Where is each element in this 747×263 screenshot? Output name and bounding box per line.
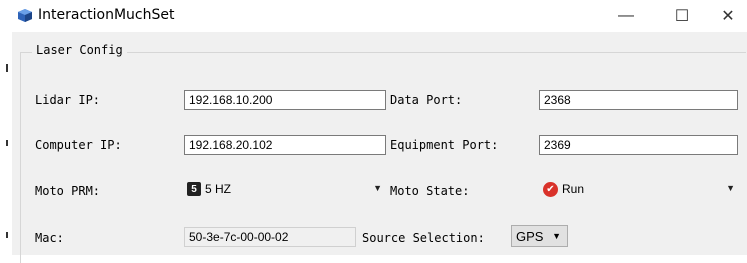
chevron-down-icon: ▼ [726, 183, 735, 193]
lidar-ip-label: Lidar IP: [35, 93, 101, 107]
lidar-ip-input[interactable]: 192.168.10.200 [184, 90, 386, 110]
equipment-port-label: Equipment Port: [390, 138, 499, 152]
chevron-down-icon: ▼ [552, 231, 561, 241]
maximize-button[interactable]: ☐ [659, 0, 705, 32]
close-button[interactable]: ✕ [705, 0, 747, 32]
moto-state-value: Run [562, 182, 585, 196]
chevron-down-icon: ▼ [373, 183, 382, 193]
minimize-button[interactable]: — [603, 0, 649, 32]
source-selection-select[interactable]: GPS ▼ [511, 225, 568, 247]
window-title: InteractionMuchSet [38, 7, 175, 23]
mac-input: 50-3e-7c-00-00-02 [184, 227, 356, 247]
source-selection-value: GPS [516, 228, 544, 244]
app-cube-icon [18, 9, 32, 22]
moto-prm-label: Moto PRM: [35, 184, 101, 198]
data-port-label: Data Port: [390, 93, 463, 107]
computer-ip-label: Computer IP: [35, 138, 122, 152]
window-left-edge [0, 32, 12, 255]
data-port-input[interactable]: 2368 [539, 90, 738, 110]
title-bar: InteractionMuchSet — ☐ ✕ [0, 0, 747, 32]
group-legend: Laser Config [32, 43, 127, 57]
number-five-icon: 5 [187, 182, 201, 196]
moto-state-select[interactable]: ✔ Run ▼ [539, 178, 740, 200]
source-selection-label: Source Selection: [362, 231, 485, 245]
checkmark-circle-icon: ✔ [543, 181, 558, 197]
computer-ip-input[interactable]: 192.168.20.102 [184, 135, 386, 155]
moto-prm-select[interactable]: 5 5 HZ ▼ [184, 178, 387, 200]
moto-prm-value: 5 HZ [205, 182, 232, 196]
equipment-port-input[interactable]: 2369 [539, 135, 738, 155]
moto-state-label: Moto State: [390, 184, 470, 198]
mac-label: Mac: [35, 231, 64, 245]
